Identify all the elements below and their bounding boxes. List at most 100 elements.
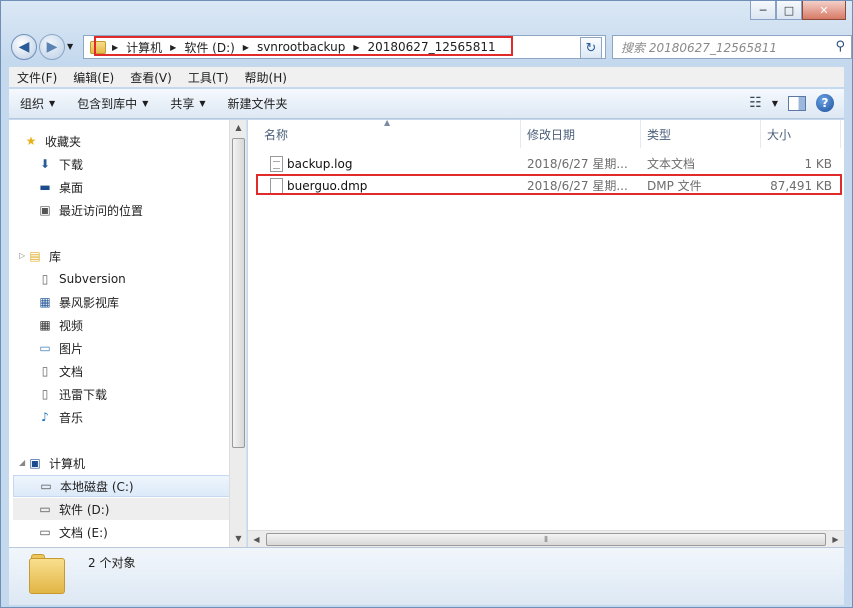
hard-drive-icon: ▭ bbox=[39, 525, 51, 539]
help-icon[interactable]: ? bbox=[816, 94, 834, 112]
nav-label: 下载 bbox=[59, 157, 84, 172]
explorer-window: ─ □ ✕ ◀ ▶ ▼ ▶ 计算机 ▶ 软件 (D:) ▶ svnrootbackup… bbox=[0, 0, 853, 608]
scroll-thumb[interactable] bbox=[232, 138, 245, 448]
star-icon: ★ bbox=[25, 134, 37, 148]
share-button[interactable]: 共享 ▼ bbox=[159, 95, 216, 112]
nav-item-drive-c[interactable]: ▭ 本地磁盘 (C:) bbox=[13, 475, 233, 497]
nav-label: 本地磁盘 (C:) bbox=[60, 479, 134, 494]
file-size: 1 KB bbox=[804, 156, 832, 171]
nav-item-recent[interactable]: ▣ 最近访问的位置 bbox=[37, 199, 257, 221]
nav-item-videos[interactable]: ▦ 视频 bbox=[37, 314, 257, 336]
window-controls: ─ □ ✕ bbox=[750, 1, 846, 20]
horizontal-scrollbar[interactable]: ◀ ⦀ ▶ bbox=[248, 530, 844, 547]
nav-item-pictures[interactable]: ▭ 图片 bbox=[37, 337, 257, 359]
nav-scrollbar[interactable]: ▲ ▼ bbox=[229, 120, 246, 547]
menu-help[interactable]: 帮助(H) bbox=[237, 69, 295, 86]
nav-computer[interactable]: ▣ 计算机 bbox=[27, 452, 247, 474]
view-dropdown-icon[interactable]: ▼ bbox=[772, 99, 778, 108]
nav-item-downloads[interactable]: ⬇ 下载 bbox=[37, 153, 257, 175]
hard-drive-icon: ▭ bbox=[39, 502, 51, 516]
nav-item-music[interactable]: ♪ 音乐 bbox=[37, 406, 257, 428]
nav-label: 软件 (D:) bbox=[59, 502, 110, 517]
nav-item-drive-e[interactable]: ▭ 文档 (E:) bbox=[13, 521, 233, 543]
back-arrow-icon: ◀ bbox=[18, 39, 30, 55]
new-folder-label: 新建文件夹 bbox=[227, 97, 288, 111]
address-highlight-box bbox=[94, 36, 513, 56]
forward-button[interactable]: ▶ bbox=[39, 34, 65, 60]
file-type: 文本文档 bbox=[647, 157, 696, 171]
scroll-thumb[interactable]: ⦀ bbox=[266, 533, 826, 546]
text-file-icon bbox=[270, 156, 283, 172]
expand-library-icon[interactable]: ▷ bbox=[19, 251, 25, 260]
expand-computer-icon[interactable]: ◢ bbox=[19, 458, 25, 467]
nav-label: 桌面 bbox=[59, 180, 84, 195]
column-date[interactable]: 修改日期 bbox=[521, 120, 641, 148]
details-pane: 2 个对象 bbox=[9, 547, 844, 605]
nav-item-drive-d[interactable]: ▭ 软件 (D:) bbox=[13, 498, 233, 520]
column-name[interactable]: 名称 bbox=[258, 120, 521, 148]
document-library-icon: ▯ bbox=[41, 272, 49, 286]
library-icon: ▤ bbox=[29, 249, 41, 263]
nav-label: 最近访问的位置 bbox=[59, 203, 144, 218]
new-folder-button[interactable]: 新建文件夹 bbox=[217, 95, 299, 112]
preview-pane-icon[interactable] bbox=[788, 95, 806, 111]
column-header: ▲ 名称 修改日期 类型 大小 bbox=[248, 118, 844, 148]
scroll-right-icon[interactable]: ▶ bbox=[827, 531, 844, 548]
nav-label: 文档 bbox=[59, 364, 84, 379]
column-size[interactable]: 大小 bbox=[761, 120, 841, 148]
nav-label: 文档 (E:) bbox=[59, 525, 108, 540]
picture-icon: ▭ bbox=[39, 341, 51, 355]
file-row[interactable]: backup.log 2018/6/27 星期... 文本文档 1 KB bbox=[258, 153, 836, 174]
nav-label: 视频 bbox=[59, 318, 84, 333]
menu-tools[interactable]: 工具(T) bbox=[180, 69, 237, 86]
nav-label: Subversion bbox=[59, 272, 126, 286]
menu-view[interactable]: 查看(V) bbox=[122, 69, 180, 86]
include-in-library-button[interactable]: 包含到库中 ▼ bbox=[66, 95, 159, 112]
nav-favorites[interactable]: ★ 收藏夹 bbox=[23, 130, 243, 152]
chevron-down-icon: ▼ bbox=[199, 99, 206, 108]
nav-item-desktop[interactable]: ▬ 桌面 bbox=[37, 176, 257, 198]
nav-item-documents[interactable]: ▯ 文档 bbox=[37, 360, 257, 382]
organize-button[interactable]: 组织 ▼ bbox=[9, 95, 66, 112]
item-count: 2 个对象 bbox=[88, 556, 136, 570]
recent-pages-dropdown-icon[interactable]: ▼ bbox=[67, 42, 73, 51]
file-name: backup.log bbox=[287, 156, 353, 171]
nav-item-subversion[interactable]: ▯ Subversion bbox=[37, 268, 257, 290]
share-label: 共享 bbox=[170, 97, 195, 111]
column-type[interactable]: 类型 bbox=[641, 120, 761, 148]
nav-label: 计算机 bbox=[49, 456, 86, 471]
navigation-pane: ★ 收藏夹 ⬇ 下载 ▬ 桌面 ▣ 最近访问的位置 ▷ ▤ 库 ▯ Subversion ▦… bbox=[9, 120, 247, 547]
nav-item-xunlei[interactable]: ▯ 迅雷下载 bbox=[37, 383, 257, 405]
download-folder-icon: ⬇ bbox=[39, 157, 51, 171]
menu-edit[interactable]: 编辑(E) bbox=[65, 69, 122, 86]
nav-label: 库 bbox=[49, 249, 62, 264]
chevron-down-icon: ▼ bbox=[142, 99, 149, 108]
scroll-down-icon[interactable]: ▼ bbox=[230, 531, 247, 547]
nav-label: 收藏夹 bbox=[45, 134, 82, 149]
refresh-button[interactable]: ↻ bbox=[580, 37, 602, 59]
desktop-icon: ▬ bbox=[39, 180, 51, 194]
nav-library[interactable]: ▤ 库 bbox=[27, 245, 247, 267]
organize-label: 组织 bbox=[20, 97, 45, 111]
hard-drive-icon: ▭ bbox=[40, 479, 52, 493]
video-library-icon: ▦ bbox=[39, 295, 51, 309]
minimize-button[interactable]: ─ bbox=[750, 1, 776, 20]
menu-file[interactable]: 文件(F) bbox=[9, 69, 65, 86]
close-button[interactable]: ✕ bbox=[802, 1, 846, 20]
include-label: 包含到库中 bbox=[77, 97, 138, 111]
nav-item-baofeng[interactable]: ▦ 暴风影视库 bbox=[37, 291, 257, 313]
forward-arrow-icon: ▶ bbox=[46, 39, 58, 55]
large-folder-icon bbox=[29, 554, 65, 594]
chevron-down-icon: ▼ bbox=[49, 99, 56, 108]
search-icon[interactable]: ⚲ bbox=[835, 39, 845, 54]
scroll-left-icon[interactable]: ◀ bbox=[248, 531, 265, 548]
scroll-up-icon[interactable]: ▲ bbox=[230, 120, 247, 136]
file-highlight-box bbox=[256, 174, 842, 195]
file-date: 2018/6/27 星期... bbox=[527, 157, 628, 171]
menu-bar: 文件(F) 编辑(E) 查看(V) 工具(T) 帮助(H) bbox=[9, 67, 844, 87]
change-view-icon[interactable]: ☷ bbox=[749, 95, 762, 111]
nav-label: 音乐 bbox=[59, 410, 84, 425]
maximize-button[interactable]: □ bbox=[776, 1, 802, 20]
search-input[interactable]: 搜索 20180627_12565811 ⚲ bbox=[612, 35, 852, 59]
back-button[interactable]: ◀ bbox=[11, 34, 37, 60]
